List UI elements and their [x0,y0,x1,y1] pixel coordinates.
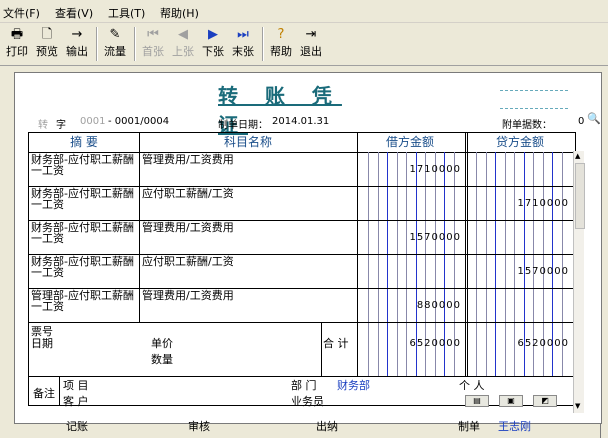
menu-help[interactable]: 帮助(H) [160,5,199,21]
exit-icon: ⇥ [305,27,317,42]
row-summary[interactable]: 财务部-应付职工薪酬一工资 [31,256,137,278]
header-credit: 贷方金额 [495,135,544,149]
attachments-value[interactable]: 0 [578,116,584,127]
maker-label: 制单 [458,420,480,433]
total-label: 合 计 [323,337,349,350]
column-divider [321,322,322,376]
row-summary[interactable]: 财务部-应付职工薪酬一工资 [31,188,137,210]
scroll-down-icon[interactable]: ▼ [575,402,580,410]
row-debit[interactable]: 1570000 [359,232,461,243]
maker-value: 王志刚 [498,420,531,433]
person-label: 个 人 [459,379,485,392]
notes-label: 备注 [33,387,55,400]
help-button[interactable]: ? 帮助 [268,27,294,61]
last-button[interactable]: ⏭ 末张 [230,27,256,61]
date-label: 制单日期： [218,120,268,131]
column-divider [59,376,60,405]
prev-button[interactable]: ◀ 上张 [170,27,196,61]
row-divider [29,322,575,323]
row-debit[interactable]: 880000 [359,300,461,311]
prev-icon: ◀ [178,27,188,42]
header-debit: 借方金额 [385,135,434,149]
menu-tools[interactable]: 工具(T) [108,5,145,21]
row-account[interactable]: 管理费用/工资费用 [142,222,352,233]
flow-button[interactable]: ✎ 流量 [102,27,128,61]
unit-price-label: 单价 [151,337,173,350]
row-account[interactable]: 管理费用/工资费用 [142,290,352,301]
ticket-label: 票号 [31,325,53,338]
vertical-scrollbar[interactable]: ▲ ▼ [573,151,585,413]
attachments-label: 附单据数： [502,120,552,131]
row-account[interactable]: 应付职工薪酬/工资 [142,188,352,199]
voucher-number: - 0001/0004 [108,116,170,127]
export-icon: → [71,27,83,42]
row-summary[interactable]: 管理部-应付职工薪酬一工资 [31,290,137,312]
toolbar-separator [134,27,136,61]
row-debit[interactable]: 1710000 [359,164,461,175]
scroll-thumb[interactable] [575,163,585,229]
total-debit: 6520000 [409,338,461,349]
tool-icon[interactable]: ◩ [533,395,557,407]
printer-icon: 🖶 [10,27,24,42]
export-button[interactable]: → 输出 [64,27,90,61]
voucher-number-label: 字 [56,120,66,131]
project-label: 项 目 [63,379,89,392]
department-value[interactable]: 财务部 [337,380,370,391]
row-summary[interactable]: 财务部-应付职工薪酬一工资 [31,154,137,176]
row-credit[interactable]: 1710000 [467,198,569,209]
id-icon[interactable]: ▣ [499,395,523,407]
toolbar-separator [262,27,264,61]
header-account: 科目名称 [223,135,272,149]
exit-button[interactable]: ⇥ 退出 [298,27,324,61]
first-button[interactable]: ⏮ 首张 [140,27,166,61]
card-icon[interactable]: ▤ [465,395,489,407]
ticket-date-label: 日期 [31,337,53,350]
date-value[interactable]: 2014.01.31 [272,116,329,127]
customer-label: 客 户 [63,395,89,408]
flow-icon: ✎ [109,27,121,42]
row-account[interactable]: 应付职工薪酬/工资 [142,256,352,267]
cashier-label: 出纳 [316,420,338,433]
department-label: 部 门 [291,379,317,392]
scroll-up-icon[interactable]: ▲ [575,152,580,160]
salesperson-label: 业务员 [291,395,324,408]
row-credit[interactable]: 1570000 [467,266,569,277]
quantity-label: 数量 [151,353,173,366]
header-summary: 摘 要 [70,135,98,149]
preview-button[interactable]: 🗋 预览 [34,27,60,61]
voucher-type[interactable]: 转 [38,116,48,131]
search-icon[interactable]: 🔍 [587,112,601,125]
dashed-line [500,108,568,109]
print-button[interactable]: 🖶 打印 [4,27,30,61]
menu-file[interactable]: 文件(F) [3,5,40,21]
audit-label: 审核 [188,420,210,433]
column-divider [139,133,140,322]
help-icon: ? [277,27,285,42]
voucher-number-hint: 0001 [80,116,106,127]
notes-divider [29,376,575,377]
menu-view[interactable]: 查看(V) [55,5,93,21]
dashed-line [500,90,568,91]
row-account[interactable]: 管理费用/工资费用 [142,154,352,165]
next-icon: ▶ [208,27,218,42]
first-icon: ⏮ [147,27,159,42]
menu-bar: 文件(F) 查看(V) 工具(T) 帮助(H) [0,0,608,23]
toolbar-separator [96,27,98,61]
last-icon: ⏭ [237,27,249,42]
bookkeeping-label: 记账 [66,420,88,433]
preview-icon: 🗋 [41,27,53,42]
row-summary[interactable]: 财务部-应付职工薪酬一工资 [31,222,137,244]
voucher-table: 摘 要 科目名称 借方金额 贷方金额 财务部-应付职工薪酬一工资 管理费用/工资费… [28,132,576,408]
toolbar: 🖶 打印 🗋 预览 → 输出 ✎ 流量 ⏮ 首张 ◀ 上张 ▶ 下张 ⏭ 末张 … [0,23,608,66]
total-credit: 6520000 [517,338,569,349]
next-button[interactable]: ▶ 下张 [200,27,226,61]
